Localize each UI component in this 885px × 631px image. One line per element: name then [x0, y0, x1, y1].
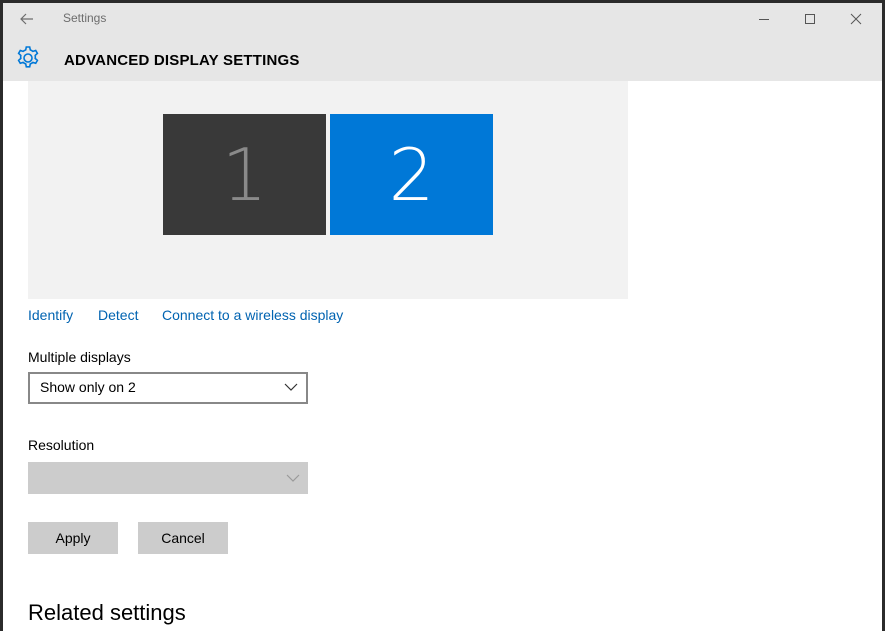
- multiple-displays-label: Multiple displays: [28, 349, 131, 365]
- close-icon: [850, 13, 862, 25]
- connect-wireless-link[interactable]: Connect to a wireless display: [162, 307, 343, 323]
- display-arrangement: 1 2: [28, 81, 628, 299]
- minimize-button[interactable]: [741, 3, 787, 35]
- maximize-icon: [805, 14, 815, 24]
- chevron-down-icon: [284, 383, 298, 391]
- detect-link[interactable]: Detect: [98, 307, 138, 323]
- page-header: ADVANCED DISPLAY SETTINGS: [3, 35, 882, 81]
- monitor-1[interactable]: 1: [163, 114, 326, 235]
- identify-link[interactable]: Identify: [28, 307, 73, 323]
- monitor-2-number: 2: [388, 132, 435, 217]
- app-title: Settings: [63, 11, 107, 25]
- related-settings-heading: Related settings: [28, 600, 186, 625]
- cancel-button[interactable]: Cancel: [138, 522, 228, 554]
- apply-button[interactable]: Apply: [28, 522, 118, 554]
- title-bar: Settings: [3, 3, 882, 35]
- chevron-down-icon: [286, 474, 300, 482]
- gear-icon: [17, 46, 39, 68]
- back-button[interactable]: [13, 8, 41, 30]
- back-arrow-icon: [20, 13, 33, 25]
- multiple-displays-dropdown[interactable]: Show only on 2: [28, 372, 308, 404]
- monitor-2[interactable]: 2: [330, 114, 493, 235]
- close-button[interactable]: [833, 3, 879, 35]
- content-area: 1 2 Identify Detect Connect to a wireles…: [3, 81, 882, 631]
- resolution-label: Resolution: [28, 437, 95, 453]
- maximize-button[interactable]: [787, 3, 833, 35]
- page-title: ADVANCED DISPLAY SETTINGS: [64, 52, 300, 69]
- settings-window: Settings ADVANCED DISPLAY SETTINGS 1 2 I…: [3, 3, 882, 631]
- multiple-displays-value: Show only on 2: [40, 379, 136, 395]
- minimize-icon: [759, 19, 769, 20]
- monitor-1-number: 1: [221, 132, 268, 217]
- resolution-dropdown[interactable]: [28, 462, 308, 494]
